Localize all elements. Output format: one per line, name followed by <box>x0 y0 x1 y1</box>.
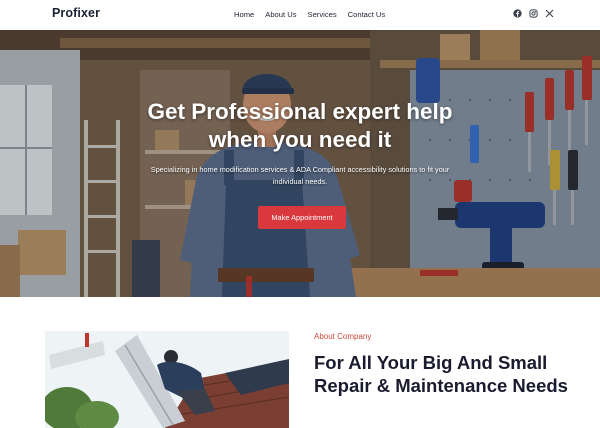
hero-section: Get Professional expert help when you ne… <box>0 30 600 297</box>
make-appointment-button[interactable]: Make Appointment <box>258 206 346 229</box>
about-image <box>45 331 289 428</box>
x-icon[interactable] <box>545 9 554 18</box>
instagram-icon[interactable] <box>529 9 538 18</box>
nav-home[interactable]: Home <box>234 10 254 19</box>
site-header: Profixer Home About Us Services Contact … <box>0 0 600 30</box>
facebook-icon[interactable] <box>513 9 522 18</box>
nav-contact-us[interactable]: Contact Us <box>348 10 386 19</box>
nav-about-us[interactable]: About Us <box>265 10 296 19</box>
nav-services[interactable]: Services <box>308 10 337 19</box>
site-logo[interactable]: Profixer <box>52 6 100 20</box>
about-title: For All Your Big And Small Repair & Main… <box>314 352 568 396</box>
hero-subtitle: Specializing in home modification servic… <box>150 165 450 186</box>
social-links <box>513 9 554 18</box>
hero-title: Get Professional expert help when you ne… <box>147 99 453 152</box>
main-nav: Home About Us Services Contact Us <box>234 10 385 19</box>
about-label: About Company <box>314 332 372 341</box>
